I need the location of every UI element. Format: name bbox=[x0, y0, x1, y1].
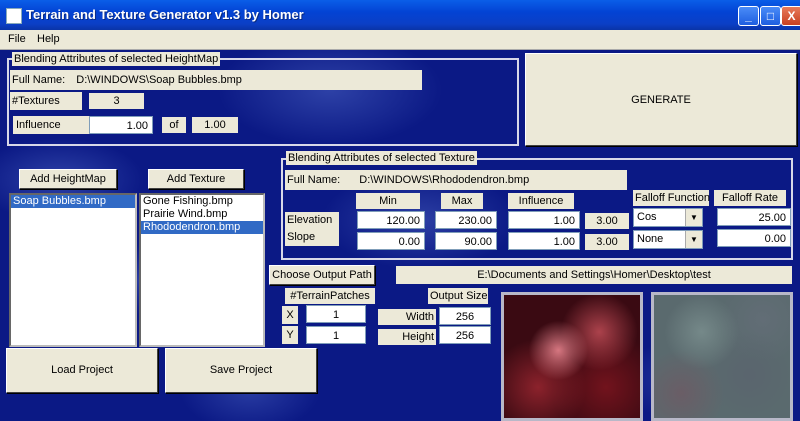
elevation-influence-total: 3.00 bbox=[585, 213, 629, 229]
influence-total-value: 1.00 bbox=[192, 117, 238, 133]
influence-input[interactable]: 1.00 bbox=[89, 116, 153, 134]
elevation-max-input[interactable]: 230.00 bbox=[435, 211, 497, 229]
texture-attributes-caption: Blending Attributes of selected Texture bbox=[286, 151, 477, 165]
max-header: Max bbox=[441, 193, 483, 209]
falloff-function-header: Falloff Function bbox=[633, 190, 711, 206]
elevation-influence-input[interactable]: 1.00 bbox=[508, 211, 580, 229]
patches-y-input[interactable]: 1 bbox=[306, 326, 366, 344]
add-texture-button[interactable]: Add Texture bbox=[148, 169, 244, 189]
heightmap-attributes-caption: Blending Attributes of selected HeightMa… bbox=[12, 52, 221, 66]
heightmap-preview-image bbox=[501, 292, 643, 421]
terrain-patches-label: #TerrainPatches bbox=[285, 288, 375, 304]
elevation-falloff-value: Cos bbox=[637, 211, 657, 223]
output-size-label: Output Size bbox=[428, 288, 488, 304]
menu-bar: File Help bbox=[0, 30, 800, 50]
falloff-rate-header: Falloff Rate bbox=[714, 190, 786, 206]
texture-full-name-label: Full Name: bbox=[287, 174, 341, 186]
texture-full-name-value: D:\WINDOWS\Rhododendron.bmp bbox=[359, 174, 530, 186]
heightmap-list[interactable]: Soap Bubbles.bmp bbox=[9, 193, 137, 347]
elevation-label: Elevation bbox=[287, 214, 333, 226]
texture-list-item[interactable]: Gone Fishing.bmp bbox=[141, 195, 263, 208]
width-label: Width bbox=[378, 309, 436, 325]
chevron-down-icon[interactable]: ▼ bbox=[685, 231, 702, 248]
slope-falloff-value: None bbox=[637, 233, 664, 245]
app-icon bbox=[6, 8, 22, 24]
influence-label: Influence bbox=[13, 116, 89, 134]
slope-falloff-select[interactable]: None ▼ bbox=[633, 230, 703, 249]
texture-list-item[interactable]: Prairie Wind.bmp bbox=[141, 208, 263, 221]
heightmap-list-item[interactable]: Soap Bubbles.bmp bbox=[11, 195, 135, 208]
texture-list[interactable]: Gone Fishing.bmp Prairie Wind.bmp Rhodod… bbox=[139, 193, 265, 347]
heightmap-full-name-value: D:\WINDOWS\Soap Bubbles.bmp bbox=[76, 74, 242, 86]
save-project-button[interactable]: Save Project bbox=[165, 348, 317, 393]
choose-output-path-button[interactable]: Choose Output Path bbox=[269, 265, 375, 285]
heightmap-full-name-row: Full Name: D:\WINDOWS\Soap Bubbles.bmp bbox=[10, 70, 422, 90]
menu-help[interactable]: Help bbox=[37, 33, 60, 45]
y-label: Y bbox=[282, 326, 298, 344]
client-area: Blending Attributes of selected HeightMa… bbox=[0, 50, 800, 421]
patches-x-input[interactable]: 1 bbox=[306, 305, 366, 323]
minimize-button[interactable]: _ bbox=[738, 6, 759, 26]
elevation-falloff-rate-input[interactable]: 25.00 bbox=[717, 208, 791, 226]
elevation-min-input[interactable]: 120.00 bbox=[357, 211, 425, 229]
x-label: X bbox=[282, 306, 298, 324]
heightmap-full-name-label: Full Name: bbox=[12, 74, 66, 86]
of-label: of bbox=[162, 117, 186, 133]
close-button[interactable]: X bbox=[781, 6, 800, 26]
menu-file[interactable]: File bbox=[8, 33, 26, 45]
output-path-value: E:\Documents and Settings\Homer\Desktop\… bbox=[396, 266, 792, 284]
textures-count-label: #Textures bbox=[10, 92, 82, 110]
slope-max-input[interactable]: 90.00 bbox=[435, 232, 497, 250]
chevron-down-icon[interactable]: ▼ bbox=[685, 209, 702, 226]
texture-preview-image bbox=[651, 292, 793, 421]
add-heightmap-button[interactable]: Add HeightMap bbox=[19, 169, 117, 189]
texture-list-item[interactable]: Rhododendron.bmp bbox=[141, 221, 263, 234]
texture-full-name-row: Full Name: D:\WINDOWS\Rhododendron.bmp bbox=[285, 170, 627, 190]
slope-label: Slope bbox=[287, 231, 316, 243]
slope-min-input[interactable]: 0.00 bbox=[357, 232, 425, 250]
influence-header: Influence bbox=[508, 193, 574, 209]
output-width-input[interactable]: 256 bbox=[439, 307, 491, 325]
elevation-falloff-select[interactable]: Cos ▼ bbox=[633, 208, 703, 227]
slope-influence-input[interactable]: 1.00 bbox=[508, 232, 580, 250]
title-bar[interactable]: Terrain and Texture Generator v1.3 by Ho… bbox=[0, 0, 800, 30]
height-label: Height bbox=[378, 329, 436, 345]
textures-count-value: 3 bbox=[89, 93, 144, 109]
row-labels: Elevation Slope bbox=[285, 212, 339, 246]
slope-influence-total: 3.00 bbox=[585, 234, 629, 250]
window-title: Terrain and Texture Generator v1.3 by Ho… bbox=[26, 7, 304, 22]
min-header: Min bbox=[356, 193, 420, 209]
load-project-button[interactable]: Load Project bbox=[6, 348, 158, 393]
maximize-button[interactable]: □ bbox=[760, 6, 781, 26]
app-window: Terrain and Texture Generator v1.3 by Ho… bbox=[0, 0, 800, 421]
generate-button[interactable]: GENERATE bbox=[525, 53, 797, 146]
output-height-input[interactable]: 256 bbox=[439, 326, 491, 344]
slope-falloff-rate-input[interactable]: 0.00 bbox=[717, 229, 791, 247]
